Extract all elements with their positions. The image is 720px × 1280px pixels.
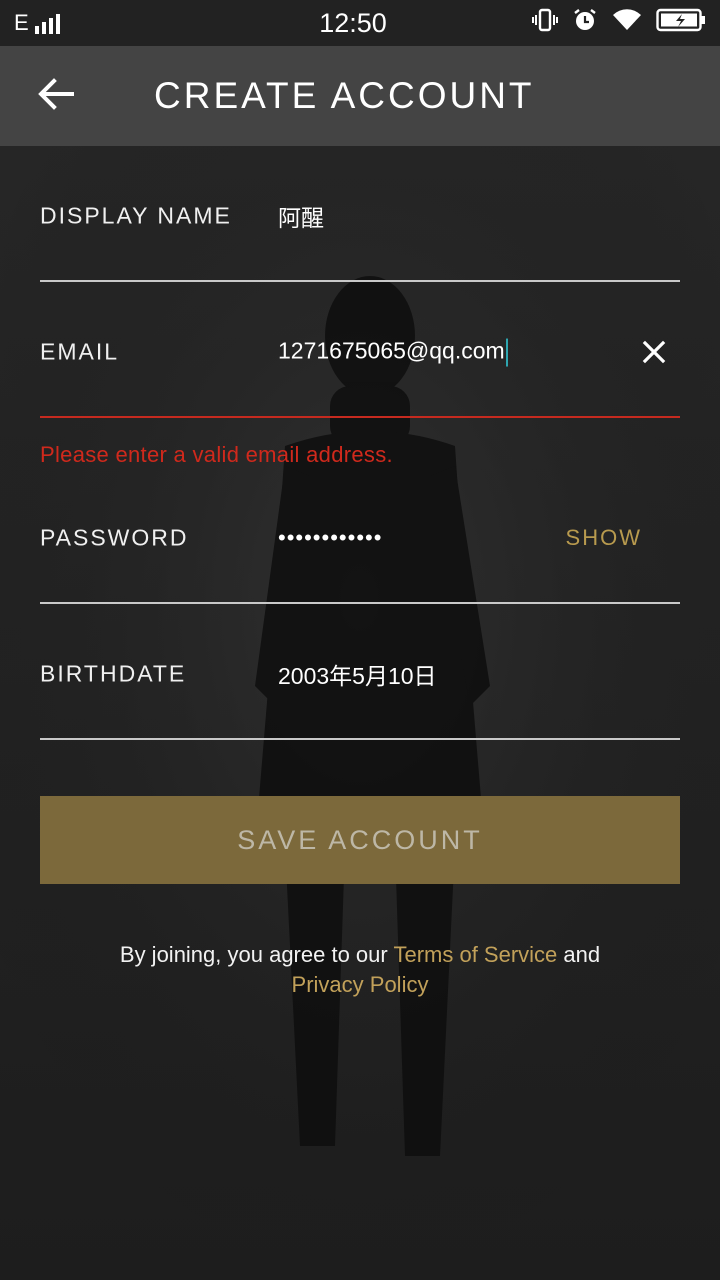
network-type: E xyxy=(14,10,29,35)
status-right xyxy=(532,7,706,40)
terms-middle: and xyxy=(557,942,601,967)
close-icon[interactable] xyxy=(636,334,672,370)
email-label: EMAIL xyxy=(40,338,120,365)
password-label: PASSWORD xyxy=(40,524,189,551)
display-name-field: DISPLAY NAME 阿醒 xyxy=(40,146,680,282)
display-name-input[interactable]: 阿醒 xyxy=(278,199,324,233)
show-password-button[interactable]: SHOW xyxy=(566,525,642,551)
status-bar: E 12:50 xyxy=(0,0,720,46)
create-account-form: DISPLAY NAME 阿醒 EMAIL 1271675065@qq.com … xyxy=(40,146,680,740)
create-account-screen: E 12:50 CREATE ACCOUNT DISPLAY NAME 阿醒 E… xyxy=(0,0,720,1280)
display-name-label: DISPLAY NAME xyxy=(40,202,232,229)
page-title: CREATE ACCOUNT xyxy=(154,75,535,116)
privacy-policy-link[interactable]: Privacy Policy xyxy=(292,972,429,997)
email-field: EMAIL 1271675065@qq.com xyxy=(40,282,680,418)
email-error-message: Please enter a valid email address. xyxy=(40,442,393,467)
back-button[interactable] xyxy=(0,46,112,146)
status-time: 12:50 xyxy=(319,7,387,38)
terms-text: By joining, you agree to our Terms of Se… xyxy=(40,940,680,1000)
terms-prefix: By joining, you agree to our xyxy=(119,942,394,967)
password-input[interactable]: •••••••••••• xyxy=(278,525,382,551)
birthdate-label: BIRTHDATE xyxy=(40,660,187,687)
vibrate-icon xyxy=(532,7,558,40)
terms-of-service-link[interactable]: Terms of Service xyxy=(393,942,557,967)
birthdate-field: BIRTHDATE 2003年5月10日 xyxy=(40,604,680,740)
status-left: E xyxy=(14,12,214,34)
password-field: PASSWORD •••••••••••• SHOW xyxy=(40,488,680,604)
email-input[interactable]: 1271675065@qq.com xyxy=(278,338,508,367)
text-cursor xyxy=(505,338,508,367)
email-value: 1271675065@qq.com xyxy=(278,337,505,364)
wifi-icon xyxy=(612,8,642,39)
save-account-button[interactable]: SAVE ACCOUNT xyxy=(40,796,680,884)
arrow-left-icon xyxy=(38,77,74,115)
birthdate-input[interactable]: 2003年5月10日 xyxy=(278,657,437,691)
battery-charging-icon xyxy=(656,8,706,39)
alarm-icon xyxy=(572,7,598,40)
signal-icon xyxy=(34,12,60,34)
app-bar: CREATE ACCOUNT xyxy=(0,46,720,146)
